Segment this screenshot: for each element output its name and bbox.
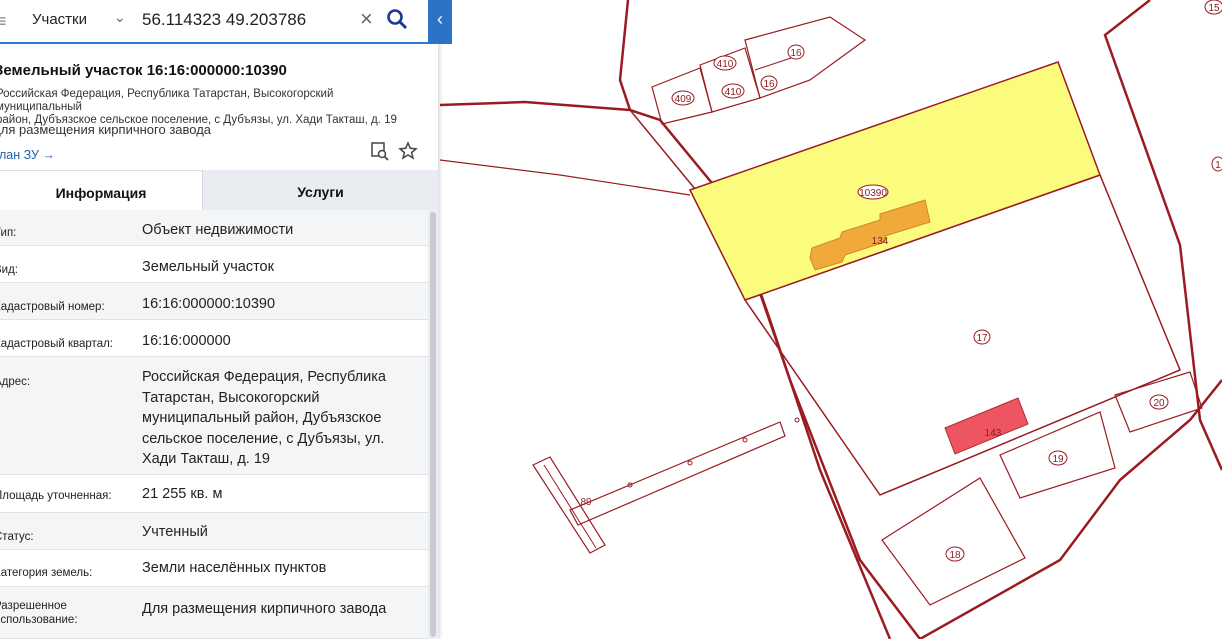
info-row-kind: Вид: Земельный участок	[0, 246, 428, 283]
info-row-value: Объект недвижимости	[142, 222, 294, 238]
address-line: муниципальный район, Дубъязское	[142, 410, 382, 426]
map-label-text: 10390	[859, 188, 887, 199]
menu-icon[interactable]: ≡	[0, 11, 10, 31]
panel-tabs: Информация Услуги	[0, 170, 438, 210]
favorite-star-icon[interactable]	[398, 141, 418, 161]
map-label-18: 18	[945, 546, 965, 562]
tab-info[interactable]: Информация	[0, 170, 202, 210]
info-row-label: Статус:	[0, 531, 34, 543]
info-row-cadastral-number: Кадастровый номер: 16:16:000000:10390	[0, 283, 428, 320]
parcel-purpose: Для размещения кирпичного завода	[0, 122, 212, 137]
info-row-value: Для размещения кирпичного завода	[142, 601, 387, 617]
parcel-89-strip[interactable]	[569, 421, 786, 526]
selected-parcel-10390[interactable]	[688, 61, 1101, 301]
map-label-text: 410	[717, 59, 734, 70]
scrollbar-thumb[interactable]	[430, 212, 436, 637]
map-label-text: 409	[675, 94, 692, 105]
search-bar: ≡ Участки ⌄ 56.114323 49.203786 × ‹	[0, 0, 452, 44]
map-label-16: 16	[787, 44, 805, 60]
map-label-20: 20	[1149, 394, 1169, 410]
map-label-16: 16	[760, 75, 778, 91]
map-label-134: 134	[872, 236, 889, 247]
label-line: Разрешенное	[0, 600, 67, 612]
map-label-89: 89	[580, 497, 592, 508]
info-row-label: Тип:	[0, 227, 17, 239]
map-label-409: 409	[671, 90, 695, 106]
parcel-address-line: Российская Федерация, Республика Татарст…	[0, 88, 334, 113]
map-label-text: 16	[763, 79, 775, 90]
zoom-to-parcel-icon[interactable]	[370, 141, 390, 161]
info-row-label: Кадастровый квартал:	[0, 338, 113, 350]
info-row-type: Тип: Объект недвижимости	[0, 210, 428, 246]
map-label-text: 20	[1153, 398, 1165, 409]
info-row-value: Земельный участок	[142, 259, 274, 275]
info-row-status: Статус: Учтенный	[0, 513, 428, 550]
building-143[interactable]	[944, 397, 1029, 455]
map-label-19: 19	[1048, 450, 1068, 466]
map-label-text: 1	[1215, 160, 1221, 171]
chevron-down-icon[interactable]: ⌄	[114, 9, 126, 26]
address-line: Татарстан, Высокогорский	[142, 389, 320, 406]
parcel-18[interactable]	[881, 477, 1026, 606]
info-row-label: Адрес:	[0, 376, 31, 388]
map-label-15: 15	[1204, 0, 1222, 15]
label-line: использование:	[0, 614, 78, 626]
collapse-panel-button[interactable]: ‹	[428, 0, 452, 44]
search-icon[interactable]	[386, 8, 408, 30]
map-label-410: 410	[721, 83, 745, 99]
info-row-permitted-use: Разрешенное использование: Для размещени…	[0, 587, 428, 639]
info-row-value: 16:16:000000:10390	[142, 296, 276, 312]
search-input[interactable]: 56.114323 49.203786	[142, 10, 306, 30]
info-row-value: Российская Федерация, Республика Татарст…	[142, 367, 414, 470]
address-line: Российская Федерация, Республика	[142, 369, 386, 385]
parcel-title: Земельный участок 16:16:000000:10390	[0, 62, 287, 79]
plan-link[interactable]: План ЗУ →	[0, 148, 55, 162]
address-line: сельское поселение, с Дубъязы, ул.	[142, 430, 385, 447]
info-panel: Земельный участок 16:16:000000:10390 Рос…	[0, 0, 438, 639]
info-row-label: Площадь уточненная:	[0, 490, 112, 502]
layer-select[interactable]: Участки	[32, 11, 87, 28]
info-row-area: Площадь уточненная: 21 255 кв. м	[0, 475, 428, 513]
map-label-text: 17	[976, 333, 988, 344]
map-boundary-line	[618, 0, 632, 111]
map-label-text: 15	[1208, 3, 1220, 14]
clear-icon[interactable]: ×	[360, 6, 373, 32]
info-row-cadastral-quarter: Кадастровый квартал: 16:16:000000	[0, 320, 428, 357]
map-label-text: 16	[790, 48, 802, 59]
tab-services[interactable]: Услуги	[202, 170, 438, 210]
info-row-value: 16:16:000000	[142, 333, 231, 349]
info-row-value: 21 255 кв. м	[142, 486, 223, 502]
info-row-label: Вид:	[0, 264, 18, 276]
map-label-text: 18	[949, 550, 961, 561]
map-boundary-line	[439, 159, 691, 196]
info-row-label: Разрешенное использование:	[0, 599, 78, 627]
map-label-143: 143	[985, 428, 1002, 439]
info-row-value: Учтенный	[142, 524, 208, 540]
info-row-label: Кадастровый номер:	[0, 301, 105, 313]
info-row-label: Категория земель:	[0, 567, 93, 579]
map-label-1: 1	[1211, 156, 1222, 172]
info-row-value: Земли населённых пунктов	[142, 560, 327, 576]
map-label-410: 410	[713, 55, 737, 71]
map-label-text: 19	[1052, 454, 1064, 465]
info-row-land-category: Категория земель: Земли населённых пункт…	[0, 550, 428, 587]
map-boundary-line	[919, 379, 1222, 639]
map-label-text: 410	[725, 87, 742, 98]
map-label-10390: 10390	[857, 184, 889, 200]
map-label-17: 17	[973, 329, 991, 345]
address-line: Хади Такташ, д. 19	[142, 451, 270, 467]
info-row-address: Адрес: Российская Федерация, Республика …	[0, 357, 428, 475]
